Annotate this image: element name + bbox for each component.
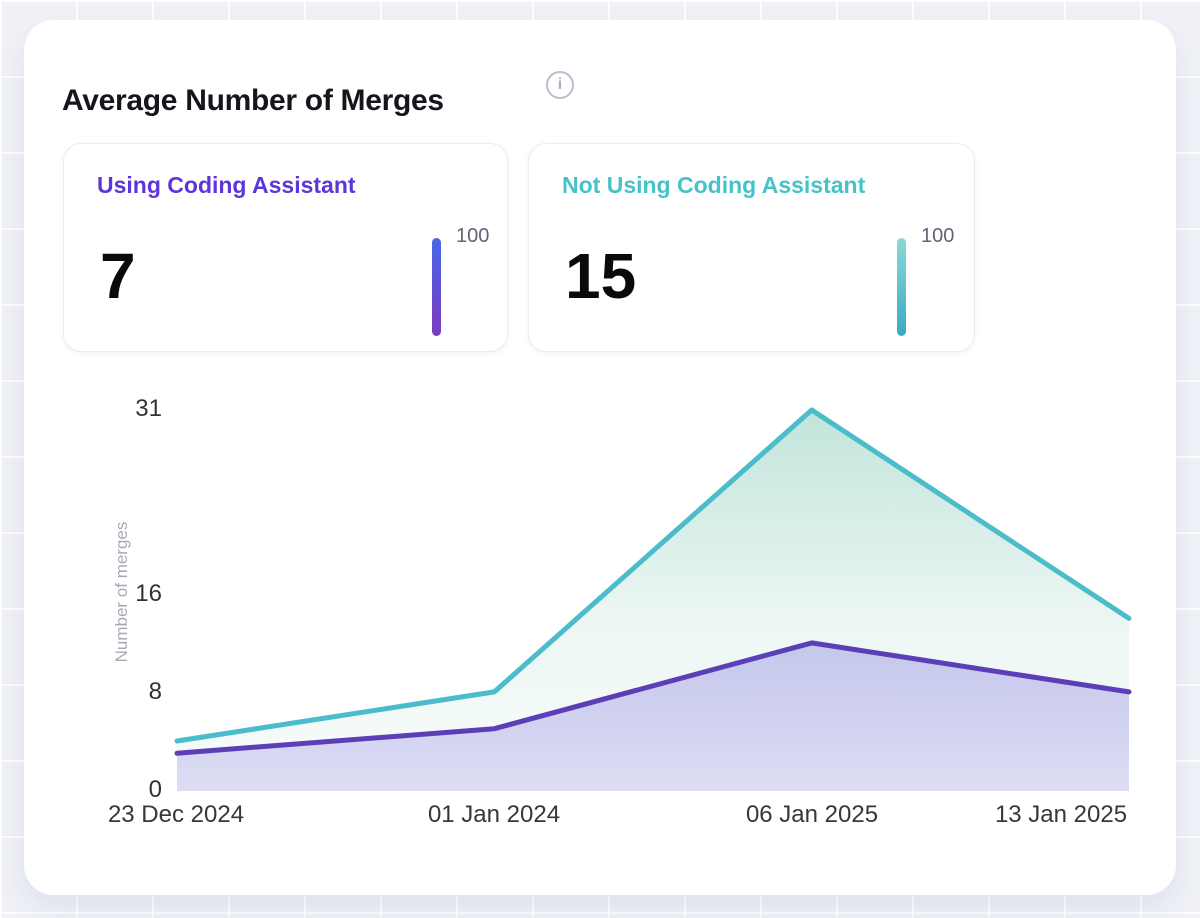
scale-max-label: 100 (456, 225, 489, 248)
stat-card-value: 15 (565, 244, 636, 308)
x-tick-06-jan-2025: 06 Jan 2025 (746, 801, 878, 829)
stat-card-label: Using Coding Assistant (97, 172, 356, 199)
y-tick-8: 8 (100, 677, 162, 707)
stat-card-using-coding-assistant: Using Coding Assistant 7 100 (63, 143, 508, 352)
y-axis-label: Number of merges (112, 522, 132, 663)
stat-card-label: Not Using Coding Assistant (562, 172, 865, 199)
stat-card-value: 7 (100, 244, 136, 308)
info-icon-glyph: i (558, 76, 562, 94)
y-tick-31: 31 (100, 394, 162, 424)
scale-bar (432, 238, 441, 336)
x-tick-13-jan-2025: 13 Jan 2025 (995, 801, 1127, 829)
x-tick-01-jan-2024: 01 Jan 2024 (428, 801, 560, 829)
scale-max-label: 100 (921, 225, 954, 248)
scale-bar (897, 238, 906, 336)
x-tick-23-dec-2024: 23 Dec 2024 (108, 801, 244, 829)
page-title: Average Number of Merges (62, 84, 444, 118)
info-icon[interactable]: i (546, 71, 574, 99)
stat-card-not-using-coding-assistant: Not Using Coding Assistant 15 100 (528, 143, 975, 352)
